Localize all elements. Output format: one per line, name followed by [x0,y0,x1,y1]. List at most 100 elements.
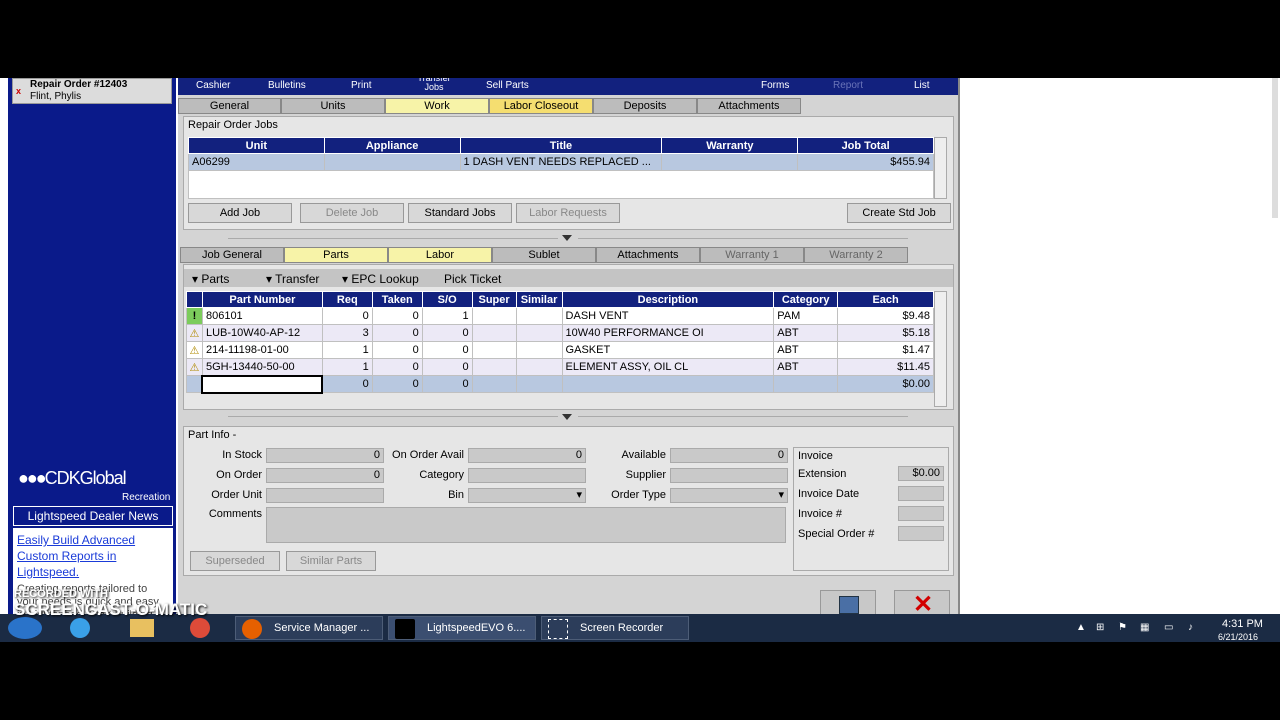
volume-icon[interactable]: ♪ [1188,622,1193,633]
taskbar-item[interactable]: LightspeedEVO 6.... [388,616,536,640]
add-job-button[interactable]: Add Job [188,203,292,223]
tab-warranty-2[interactable]: Warranty 2 [804,247,908,263]
clock-time[interactable]: 4:31 PM [1222,618,1263,630]
repair-order-customer: Flint, Phylis [30,91,82,102]
epc-lookup-menu[interactable]: ▾ EPC Lookup [342,272,419,286]
tab-labor-closeout[interactable]: Labor Closeout [489,98,593,114]
empty-row [188,170,934,199]
tab-work[interactable]: Work [385,98,489,114]
menu-report[interactable]: Report [833,80,863,91]
divider [578,416,908,417]
invoice-number-field [898,506,944,521]
table-row[interactable]: ! 806101 0 0 1 DASH VENT PAM $9.48 [186,307,934,325]
menu-print[interactable]: Print [351,80,372,91]
col-header[interactable]: Warranty [661,137,799,154]
ie-icon[interactable] [70,618,90,638]
bin-select[interactable]: ▾ [468,488,586,503]
tab-units[interactable]: Units [281,98,385,114]
network-icon[interactable]: ▦ [1140,622,1149,633]
tab-sublet[interactable]: Sublet [492,247,596,263]
cell: GASKET [561,341,775,359]
table-row[interactable]: ⚠ 214-11198-01-00 1 0 0 GASKET ABT $1.47 [186,341,934,359]
menu-transfer-jobs[interactable]: Transfer Jobs [414,78,454,92]
cell: $11.45 [837,358,934,376]
col-header[interactable]: Each [837,291,934,308]
chevron-down-icon[interactable] [562,235,572,241]
tab-labor[interactable]: Labor [388,247,492,263]
tab-deposits[interactable]: Deposits [593,98,697,114]
tab-general[interactable]: General [178,98,281,114]
label: In Stock [222,449,262,461]
menu-sell-parts[interactable]: Sell Parts [486,80,529,91]
invoice-title: Invoice [798,450,833,462]
menu-cashier[interactable]: Cashier [196,80,230,91]
tab-warranty-1[interactable]: Warranty 1 [700,247,804,263]
menu-bulletins[interactable]: Bulletins [268,80,306,91]
label: Category [419,469,464,481]
folder-icon[interactable] [130,619,154,637]
table-row[interactable]: ⚠ 5GH-13440-50-00 1 0 0 ELEMENT ASSY, OIL CL A… [186,358,934,376]
app-window: Cashier Bulletins Print Transfer Jobs Se… [178,78,960,618]
start-button[interactable] [8,617,42,639]
news-link[interactable]: Easily Build Advanced Custom Reports in … [17,532,169,580]
col-header[interactable]: S/O [421,291,473,308]
close-icon[interactable]: x [16,85,21,97]
similar-parts-button[interactable]: Similar Parts [286,551,376,571]
divider [228,416,558,417]
col-header[interactable]: Job Total [797,137,934,154]
tab-attachments[interactable]: Attachments [697,98,801,114]
create-std-job-button[interactable]: Create Std Job [847,203,951,223]
transfer-menu[interactable]: ▾ Transfer [266,272,319,286]
scrollbar[interactable] [934,291,947,407]
cell: 0 [421,324,473,342]
clock-date[interactable]: 6/21/2016 [1218,632,1258,642]
chevron-down-icon[interactable] [562,414,572,420]
order-unit-field [266,488,384,503]
tab-job-attachments[interactable]: Attachments [596,247,700,263]
table-row[interactable]: A06299 1 DASH VENT NEEDS REPLACED ... $4… [188,153,934,171]
col-header[interactable]: Similar [515,291,563,308]
monitor-icon[interactable]: ▭ [1164,622,1173,633]
alert-icon: ! [186,307,203,325]
col-header[interactable]: Taken [371,291,423,308]
comments-field[interactable] [266,507,786,543]
cell: 0 [421,341,473,359]
cell[interactable] [201,374,324,394]
pick-ticket-button[interactable]: Pick Ticket [444,272,501,286]
flag-icon[interactable]: ⚑ [1118,622,1127,633]
labor-requests-button[interactable]: Labor Requests [516,203,620,223]
screen: x Repair Order #12403 Flint, Phylis ●●●C… [0,78,1280,642]
cell: ABT [773,341,839,359]
col-header[interactable]: Part Number [201,291,323,308]
parts-menu[interactable]: ▾ Parts [192,272,229,286]
col-header[interactable]: Unit [188,137,325,154]
delete-job-button[interactable]: Delete Job [300,203,404,223]
page-scrollbar[interactable] [1272,78,1278,218]
scrollbar[interactable] [934,137,947,199]
chrome-icon[interactable] [190,618,210,638]
taskbar-item[interactable]: Service Manager ... [235,616,383,640]
menu-forms[interactable]: Forms [761,80,789,91]
tab-parts[interactable]: Parts [284,247,388,263]
col-header[interactable]: Super [471,291,517,308]
menu-list[interactable]: List [914,80,930,91]
col-header[interactable]: Category [773,291,839,308]
cell: 3 [321,324,373,342]
cell: ELEMENT ASSY, OIL CL [561,358,775,376]
repair-order-card[interactable]: x Repair Order #12403 Flint, Phylis [12,78,172,104]
tab-job-general[interactable]: Job General [180,247,284,263]
on-order-avail-field: 0 [468,448,586,463]
col-header[interactable]: Req [321,291,373,308]
col-header[interactable]: Appliance [323,137,461,154]
tray-chevron-icon[interactable]: ▲ [1076,622,1086,633]
table-row[interactable]: 0 0 0 $0.00 [186,374,934,394]
col-header[interactable]: Title [459,137,663,154]
superseded-button[interactable]: Superseded [190,551,280,571]
taskbar-item[interactable]: Screen Recorder [541,616,689,640]
label: Invoice # [798,508,843,520]
windows-icon[interactable]: ⊞ [1096,622,1104,633]
standard-jobs-button[interactable]: Standard Jobs [408,203,512,223]
order-type-select[interactable]: ▾ [670,488,788,503]
table-row[interactable]: ⚠ LUB-10W40-AP-12 3 0 0 10W40 PERFORMANCE OI A… [186,324,934,342]
col-header[interactable]: Description [561,291,775,308]
